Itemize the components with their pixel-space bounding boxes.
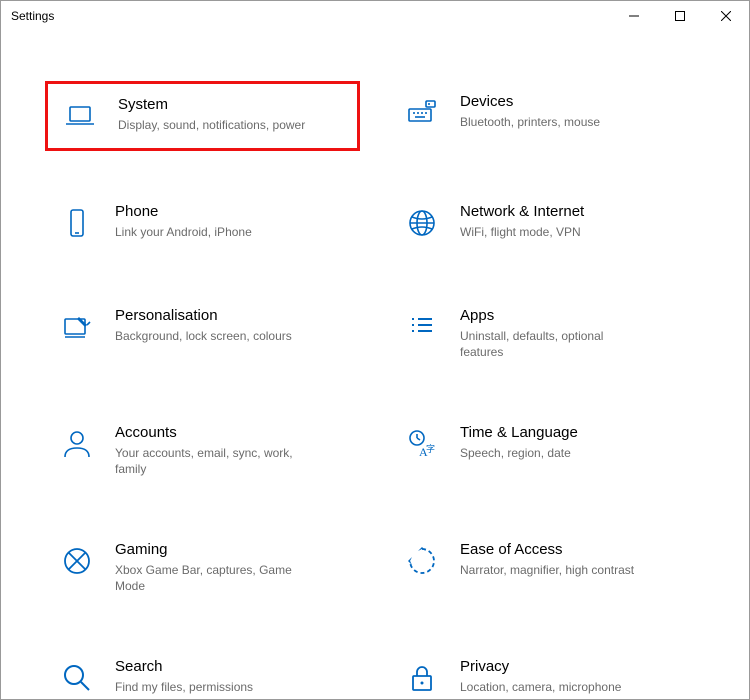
category-title: Gaming — [115, 541, 305, 560]
close-icon — [721, 11, 731, 21]
minimize-button[interactable] — [611, 1, 657, 31]
category-title: Privacy — [460, 658, 621, 677]
category-title: System — [118, 96, 305, 115]
close-button[interactable] — [703, 1, 749, 31]
category-title: Phone — [115, 203, 252, 222]
category-desc: Uninstall, defaults, optional features — [460, 328, 650, 360]
category-text: Personalisation Background, lock screen,… — [115, 307, 292, 344]
category-title: Ease of Access — [460, 541, 634, 560]
content-area: System Display, sound, notifications, po… — [1, 31, 749, 699]
phone-icon — [57, 203, 97, 243]
category-text: Time & Language Speech, region, date — [460, 424, 578, 461]
ease-icon — [402, 541, 442, 581]
category-ease-of-access[interactable]: Ease of Access Narrator, magnifier, high… — [390, 529, 705, 606]
category-search[interactable]: Search Find my files, permissions — [45, 646, 360, 699]
category-apps[interactable]: Apps Uninstall, defaults, optional featu… — [390, 295, 705, 372]
category-text: Search Find my files, permissions — [115, 658, 253, 695]
category-desc: Find my files, permissions — [115, 679, 253, 695]
svg-text:字: 字 — [426, 443, 435, 454]
category-desc: Display, sound, notifications, power — [118, 117, 305, 133]
search-icon — [57, 658, 97, 698]
maximize-button[interactable] — [657, 1, 703, 31]
category-text: Apps Uninstall, defaults, optional featu… — [460, 307, 650, 360]
category-time-language[interactable]: A 字 Time & Language Speech, region, date — [390, 412, 705, 489]
category-title: Accounts — [115, 424, 305, 443]
paint-icon — [57, 307, 97, 347]
category-desc: Background, lock screen, colours — [115, 328, 292, 344]
category-text: Phone Link your Android, iPhone — [115, 203, 252, 240]
titlebar: Settings — [1, 1, 749, 31]
window-controls — [611, 1, 749, 31]
category-desc: Link your Android, iPhone — [115, 224, 252, 240]
lock-icon — [402, 658, 442, 698]
category-network[interactable]: Network & Internet WiFi, flight mode, VP… — [390, 191, 705, 255]
category-personalisation[interactable]: Personalisation Background, lock screen,… — [45, 295, 360, 372]
category-desc: Narrator, magnifier, high contrast — [460, 562, 634, 578]
person-icon — [57, 424, 97, 464]
category-title: Personalisation — [115, 307, 292, 326]
category-desc: Location, camera, microphone — [460, 679, 621, 695]
category-phone[interactable]: Phone Link your Android, iPhone — [45, 191, 360, 255]
category-text: Network & Internet WiFi, flight mode, VP… — [460, 203, 584, 240]
keyboard-icon — [402, 93, 442, 133]
minimize-icon — [629, 11, 639, 21]
category-system[interactable]: System Display, sound, notifications, po… — [45, 81, 360, 151]
category-text: Ease of Access Narrator, magnifier, high… — [460, 541, 634, 578]
category-text: Privacy Location, camera, microphone — [460, 658, 621, 695]
settings-window: Settings — [0, 0, 750, 700]
maximize-icon — [675, 11, 685, 21]
category-title: Time & Language — [460, 424, 578, 443]
category-desc: Your accounts, email, sync, work, family — [115, 445, 305, 477]
window-title: Settings — [1, 9, 54, 23]
category-text: Gaming Xbox Game Bar, captures, Game Mod… — [115, 541, 305, 594]
category-desc: Xbox Game Bar, captures, Game Mode — [115, 562, 305, 594]
category-title: Search — [115, 658, 253, 677]
categories-grid: System Display, sound, notifications, po… — [45, 81, 705, 699]
category-desc: Speech, region, date — [460, 445, 578, 461]
category-title: Apps — [460, 307, 650, 326]
category-text: Accounts Your accounts, email, sync, wor… — [115, 424, 305, 477]
category-desc: WiFi, flight mode, VPN — [460, 224, 584, 240]
category-desc: Bluetooth, printers, mouse — [460, 114, 600, 130]
category-gaming[interactable]: Gaming Xbox Game Bar, captures, Game Mod… — [45, 529, 360, 606]
category-text: System Display, sound, notifications, po… — [118, 96, 305, 133]
category-text: Devices Bluetooth, printers, mouse — [460, 93, 600, 130]
category-devices[interactable]: Devices Bluetooth, printers, mouse — [390, 81, 705, 151]
list-icon — [402, 307, 442, 347]
laptop-icon — [60, 96, 100, 136]
category-title: Network & Internet — [460, 203, 584, 222]
xbox-icon — [57, 541, 97, 581]
time-language-icon: A 字 — [402, 424, 442, 464]
category-privacy[interactable]: Privacy Location, camera, microphone — [390, 646, 705, 699]
category-title: Devices — [460, 93, 600, 112]
globe-icon — [402, 203, 442, 243]
category-accounts[interactable]: Accounts Your accounts, email, sync, wor… — [45, 412, 360, 489]
